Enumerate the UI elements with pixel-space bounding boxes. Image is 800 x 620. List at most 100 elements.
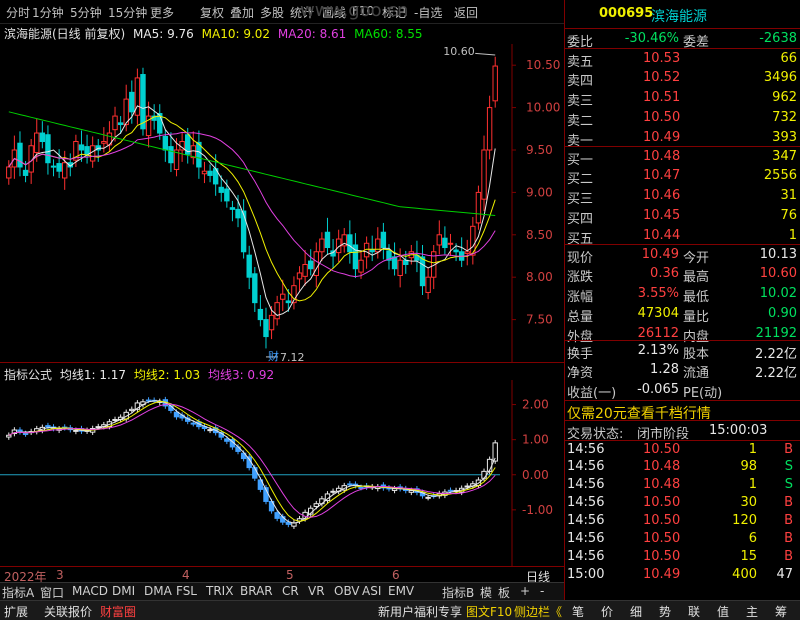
ind-candle-body: [168, 405, 174, 411]
low-price-label: 7.12: [280, 351, 305, 362]
date-m6: 6: [392, 568, 400, 582]
candle-body: [56, 163, 62, 172]
tick-time: 14:56: [567, 477, 605, 492]
sells-volume: 962: [772, 90, 797, 105]
toolbar-item-4[interactable]: 更多: [150, 4, 174, 21]
price-tick-label: 9.50: [526, 143, 553, 157]
indicator-tab-3[interactable]: DMI: [112, 584, 135, 598]
right-tab-3[interactable]: 势: [659, 603, 671, 620]
toolbar-item-5[interactable]: 复权: [200, 4, 224, 21]
indicator-tab-11[interactable]: ASI: [362, 584, 381, 598]
fortune-circle-button[interactable]: 财富圈: [100, 603, 136, 620]
quote-value: 3.55%: [637, 286, 679, 301]
chart-stock-label: 滨海能源(日线 前复权): [4, 27, 126, 41]
candle-body: [375, 238, 381, 253]
indicator-chart[interactable]: 2.00 1.00 0.00 -1.00: [0, 380, 564, 566]
right-tab-7[interactable]: 筹: [775, 603, 787, 620]
right-tab-0[interactable]: 笔: [572, 603, 584, 620]
f10-button[interactable]: 图文F10: [466, 603, 512, 620]
toolbar-item-3[interactable]: 15分钟: [108, 4, 147, 21]
tick-row: 14:56 10.48 1 S: [565, 476, 800, 494]
new-user-promo[interactable]: 新用户福利专享: [378, 603, 462, 620]
indicator-tab-8[interactable]: CR: [282, 584, 299, 598]
candle-body: [486, 107, 493, 151]
financial-marker[interactable]: 财: [268, 349, 279, 362]
toolbar-item-7[interactable]: 多股: [260, 4, 284, 21]
quote2-value: -0.065: [637, 382, 679, 397]
tick-price: 10.50: [643, 495, 681, 510]
price-tick-label: 8.00: [526, 270, 553, 284]
tick-price: 10.50: [643, 549, 681, 564]
tick-time: 14:56: [567, 513, 605, 528]
ind-candle-body: [447, 489, 454, 492]
toolbar-item-12[interactable]: -自选: [414, 4, 442, 21]
candle-body: [39, 132, 46, 143]
related-quote-button[interactable]: 关联报价: [44, 603, 92, 620]
indicator-tab-17[interactable]: -: [540, 584, 544, 598]
toolbar-item-6[interactable]: 叠加: [230, 4, 254, 21]
candle-body: [481, 149, 487, 200]
candle-body: [308, 260, 314, 270]
tick-row: 14:56 10.50 15 B: [565, 548, 800, 566]
right-tab-4[interactable]: 联: [688, 603, 700, 620]
ind-candle-body: [274, 512, 280, 519]
toolbar-item-1[interactable]: 1分钟: [32, 4, 64, 21]
indicator-tab-12[interactable]: EMV: [388, 584, 414, 598]
indicator-tab-13[interactable]: 指标B: [442, 584, 474, 601]
candle-body: [229, 207, 236, 210]
ind-candle-body: [252, 467, 258, 479]
sidebar-toggle[interactable]: 侧边栏《: [514, 603, 562, 620]
tick-time: 14:56: [567, 459, 605, 474]
tick-side: 47: [776, 567, 793, 582]
indicator-tab-9[interactable]: VR: [308, 584, 325, 598]
panel-divider: [0, 362, 564, 363]
sells-volume: 732: [772, 110, 797, 125]
indicator-tab-1[interactable]: 窗口: [40, 584, 64, 601]
candle-body: [475, 191, 482, 224]
indicator-tab-2[interactable]: MACD: [72, 584, 108, 598]
right-tab-5[interactable]: 值: [717, 603, 729, 620]
quote-value: 10.60: [759, 266, 797, 281]
weicha-value: -2638: [759, 31, 797, 46]
candle-body: [235, 208, 241, 219]
indicator-tab-15[interactable]: 板: [498, 584, 510, 601]
candle-body: [129, 91, 135, 113]
candle-body: [84, 146, 90, 155]
ind-candle-body: [145, 399, 152, 402]
toolbar-item-13[interactable]: 返回: [454, 4, 478, 21]
indicator-tab-6[interactable]: TRIX: [206, 584, 233, 598]
indicator-tab-14[interactable]: 模: [480, 584, 492, 601]
buys-label: 买二: [567, 172, 594, 187]
right-tab-6[interactable]: 主: [746, 603, 758, 620]
price-tick-label: 10.00: [526, 101, 560, 115]
toolbar-item-2[interactable]: 5分钟: [70, 4, 102, 21]
price-tick-label: 10.50: [526, 58, 560, 72]
quote2-value: 2.13%: [637, 343, 679, 358]
candle-body: [17, 142, 23, 168]
right-tab-2[interactable]: 细: [630, 603, 642, 620]
indicator-tab-16[interactable]: +: [520, 584, 530, 598]
toolbar: 分时 1分钟 5分钟 15分钟 更多 复权 叠加 多股 统计 画线 F10 标记 -自选 返回 www.go…: [0, 0, 564, 24]
tick-volume: 1: [748, 442, 757, 457]
indicator-tab-4[interactable]: DMA: [144, 584, 172, 598]
buys-label: 买四: [567, 212, 594, 227]
quote2-value: 2.22亿: [755, 366, 797, 381]
extend-button[interactable]: 扩展: [4, 603, 28, 620]
indicator-tab-7[interactable]: BRAR: [240, 584, 273, 598]
tick-time: 14:56: [567, 531, 605, 546]
quote-row: 现价 10.49 今开 10.13: [565, 244, 800, 266]
quote-value: 26112: [637, 326, 679, 341]
ind-candle-body: [45, 425, 51, 428]
right-tab-1[interactable]: 价: [601, 603, 613, 620]
tick-volume: 400: [732, 567, 757, 582]
indicator-tab-5[interactable]: FSL: [176, 584, 197, 598]
sells-volume: 3496: [763, 70, 797, 85]
tick-time: 14:56: [567, 495, 605, 510]
indicator-tab-0[interactable]: 指标A: [2, 584, 34, 601]
candle-body: [285, 300, 292, 304]
ma60-line: [8, 111, 496, 216]
price-chart[interactable]: 10.50 10.00 9.50 9.00 8.50 8.00 7.50 10.60 7.12财: [0, 44, 564, 362]
indicator-tab-10[interactable]: OBV: [334, 584, 360, 598]
toolbar-item-0[interactable]: 分时: [6, 4, 30, 21]
tick-price: 10.48: [643, 459, 681, 474]
